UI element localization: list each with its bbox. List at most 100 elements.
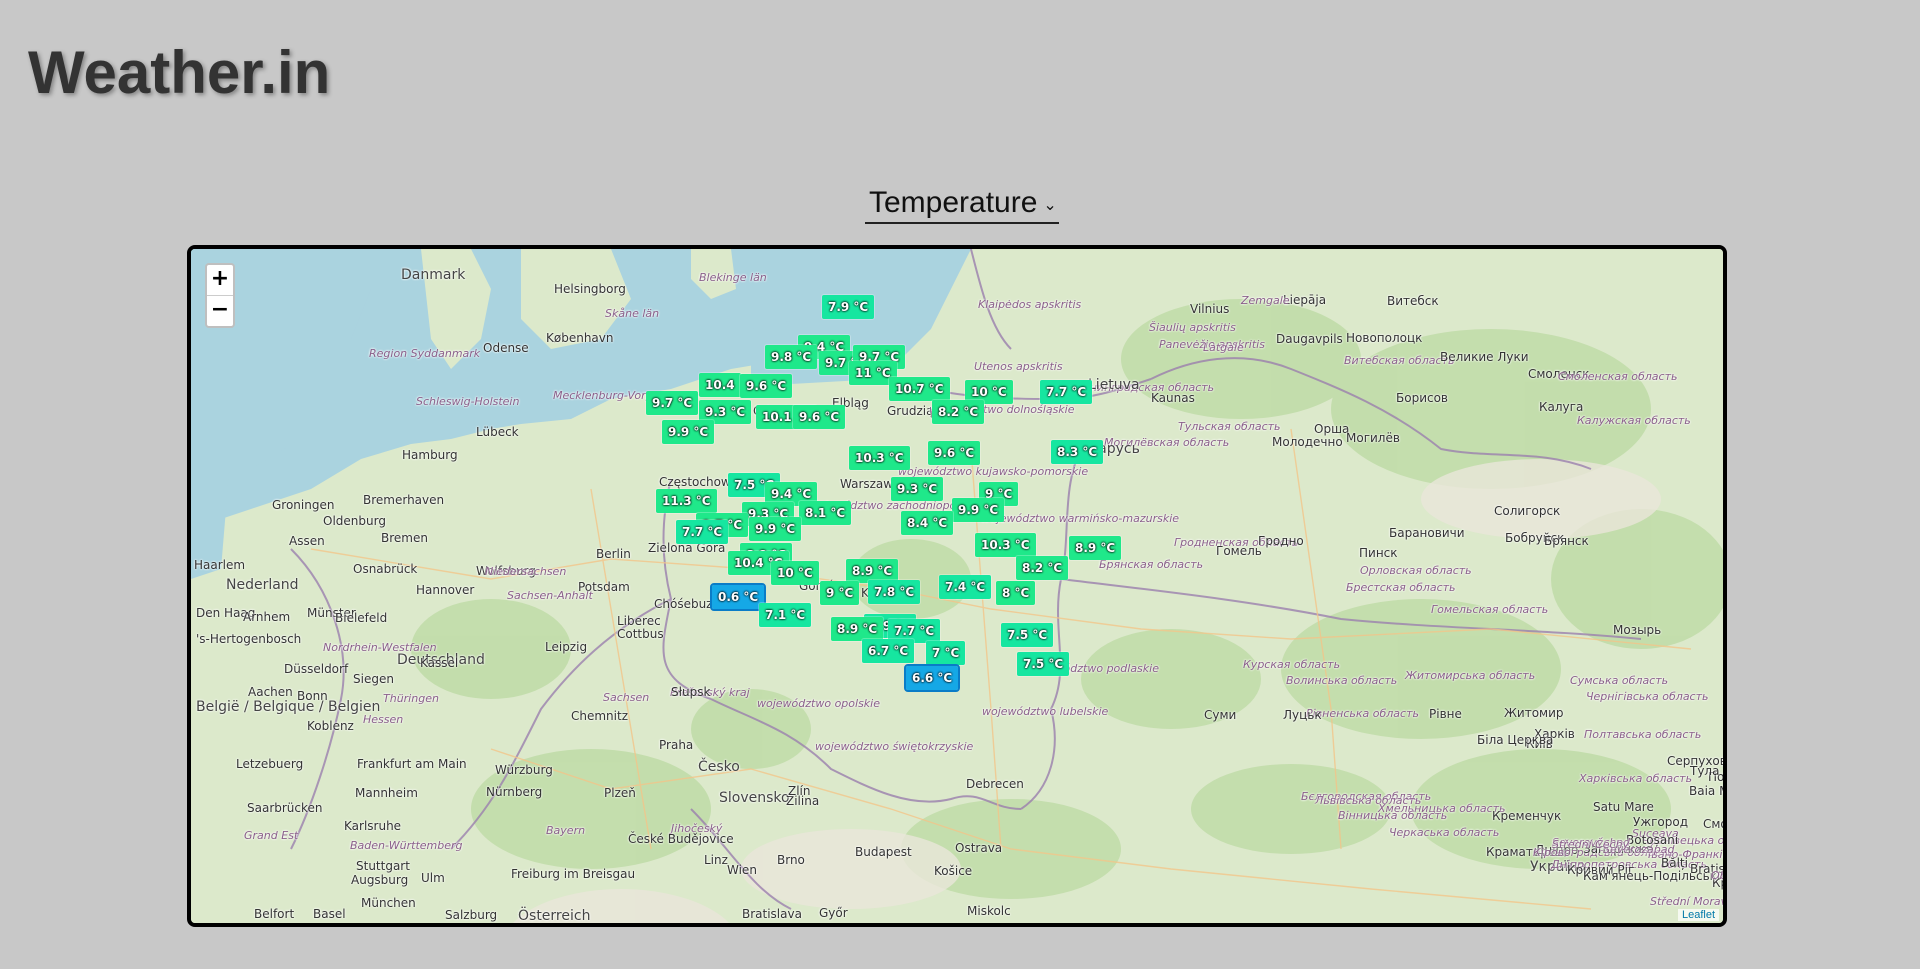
temperature-marker[interactable]: 7 °C xyxy=(926,641,966,665)
temperature-marker[interactable]: 8.2 °C xyxy=(932,400,985,424)
temperature-marker[interactable]: 9.9 °C xyxy=(749,517,802,541)
temperature-marker[interactable]: 10.3 °C xyxy=(849,446,910,470)
map-place-label: Смоленск xyxy=(1703,817,1723,831)
map-place-label: Чернігівська область xyxy=(1586,690,1709,703)
map-place-label: Мозырь xyxy=(1613,623,1662,637)
map-place-label: Baia Mare xyxy=(1689,784,1723,798)
map-place-label: Zemgale xyxy=(1241,294,1290,307)
temperature-marker[interactable]: 8 °C xyxy=(996,581,1036,605)
temperature-marker[interactable]: 10.7 °C xyxy=(889,377,950,401)
temperature-marker[interactable]: 8.3 °C xyxy=(1051,440,1104,464)
map-place-label: Сумська область xyxy=(1570,674,1669,687)
temperature-marker[interactable]: 0.6 °C xyxy=(709,583,767,611)
map-place-label: Brno xyxy=(777,853,805,867)
temperature-marker[interactable]: 10.3 °C xyxy=(975,533,1036,557)
metric-select[interactable]: Temperature ⌄ xyxy=(865,186,1059,224)
temperature-marker[interactable]: 10.4 xyxy=(699,373,741,397)
map-place-label: Солигорск xyxy=(1494,504,1561,518)
map-place-label: województwo lubelskie xyxy=(982,705,1109,718)
map-place-label: Blekinge län xyxy=(699,271,767,284)
map-place-label: Hessen xyxy=(363,713,404,726)
map-place-label: Latgale xyxy=(1203,341,1244,354)
temperature-marker[interactable]: 6.6 °C xyxy=(903,664,961,692)
temperature-marker[interactable]: 9.8 °C xyxy=(765,345,818,369)
map-place-label: Могилёв xyxy=(1346,431,1400,445)
zoom-out-button[interactable]: − xyxy=(207,295,233,326)
map-place-label: Plzeň xyxy=(604,786,636,800)
temperature-marker[interactable]: 9 °C xyxy=(820,581,860,605)
temperature-marker[interactable]: 7.9 °C xyxy=(822,295,875,319)
map-place-label: województwo warmińsko-mazurskie xyxy=(981,512,1180,525)
chevron-down-icon: ⌄ xyxy=(1043,197,1057,214)
map-place-label: Курская область xyxy=(1243,658,1341,671)
map-place-label: Helsingborg xyxy=(554,282,626,296)
map-place-label: Волинська область xyxy=(1286,674,1398,687)
map-place-label: Győr xyxy=(819,906,848,920)
temperature-marker[interactable]: 7.5 °C xyxy=(1017,652,1070,676)
map-place-label: Полтавська область xyxy=(1584,728,1702,741)
map-place-label: Częstochowa xyxy=(659,475,739,489)
map-place-label: Кременчук xyxy=(1492,809,1562,823)
temperature-marker[interactable]: 10 °C xyxy=(771,561,819,585)
map-place-label: Mannheim xyxy=(355,786,418,800)
map-place-label: Смоленская область xyxy=(1558,370,1678,383)
map-place-label: Bielefeld xyxy=(335,611,388,625)
map-place-label: Брянск xyxy=(1544,534,1589,548)
temperature-marker[interactable]: 7.7 °C xyxy=(676,520,729,544)
temperature-marker[interactable]: 7.8 °C xyxy=(868,580,921,604)
temperature-marker[interactable]: 8.1 °C xyxy=(799,501,852,525)
map-place-label: Berlin xyxy=(596,547,631,561)
map-place-label: København xyxy=(546,331,614,345)
temperature-marker[interactable]: 8.9 °C xyxy=(1069,536,1122,560)
temperature-marker[interactable]: 8.4 °C xyxy=(901,511,954,535)
map[interactable]: + − Danmark København Helsingborg Odense Reg… xyxy=(187,245,1727,927)
temperature-marker[interactable]: 9.9 °C xyxy=(952,498,1005,522)
map-place-label: Калуга xyxy=(1539,400,1584,414)
map-place-label: Орловская область xyxy=(1360,564,1472,577)
map-place-label: Рівненська область xyxy=(1306,707,1419,720)
map-place-label: Groningen xyxy=(272,498,335,512)
map-place-label: Nürnberg xyxy=(486,785,543,799)
map-place-label: Bălți xyxy=(1661,856,1688,870)
temperature-marker[interactable]: 9.7 °C xyxy=(646,391,699,415)
map-place-label: Region Syddanmark xyxy=(369,347,481,360)
map-place-label: Ulm xyxy=(421,871,445,885)
temperature-marker[interactable]: 8.2 °C xyxy=(1016,556,1069,580)
temperature-marker[interactable]: 8.9 °C xyxy=(831,617,884,641)
map-place-label: Bremerhaven xyxy=(363,493,445,507)
temperature-marker[interactable]: 7.4 °C xyxy=(939,575,992,599)
map-place-label: Витебская область xyxy=(1344,354,1455,367)
map-place-label: Витебск xyxy=(1387,294,1439,308)
zoom-in-button[interactable]: + xyxy=(207,265,233,295)
map-place-label: Praha xyxy=(659,738,694,752)
temperature-marker[interactable]: 7.5 °C xyxy=(1001,623,1054,647)
map-place-label: Linz xyxy=(704,853,728,867)
map-place-label: Cottbus xyxy=(617,627,664,641)
map-place-label: Salzburg xyxy=(445,908,498,922)
map-place-label: Bremen xyxy=(381,531,428,545)
map-place-label: Біла Церква xyxy=(1477,733,1554,747)
temperature-marker[interactable]: 7.7 °C xyxy=(1040,380,1093,404)
temperature-marker[interactable]: 9.6 °C xyxy=(793,405,846,429)
temperature-marker[interactable]: 11.3 °C xyxy=(656,489,717,513)
map-place-label: Assen xyxy=(289,534,325,548)
map-place-label: Калужская область xyxy=(1577,414,1691,427)
map-place-label: Брестская область xyxy=(1346,581,1456,594)
temperature-marker[interactable]: 9.6 °C xyxy=(928,441,981,465)
map-attribution[interactable]: Leaflet xyxy=(1677,909,1719,921)
map-place-label: Bayern xyxy=(546,824,586,837)
map-place-label: Житомирська область xyxy=(1405,669,1536,682)
map-place-label: Klaipėdos apskritis xyxy=(978,298,1082,311)
temperature-marker[interactable]: 7.1 °C xyxy=(759,603,812,627)
temperature-marker[interactable]: 9.6 °C xyxy=(740,374,793,398)
map-place-label: województwo opolskie xyxy=(757,697,880,710)
map-place-label: Kassel xyxy=(420,656,459,670)
map-place-label: Ostrava xyxy=(955,841,1003,855)
map-place-label: Тула xyxy=(1690,764,1720,778)
temperature-marker[interactable]: 9.9 °C xyxy=(662,420,715,444)
map-place-label: Karlsruhe xyxy=(344,819,402,833)
map-place-label: Grand Est xyxy=(244,829,299,842)
temperature-marker[interactable]: 9.3 °C xyxy=(891,477,944,501)
temperature-marker[interactable]: 6.7 °C xyxy=(862,639,915,663)
map-place-label: Thüringen xyxy=(383,692,439,705)
